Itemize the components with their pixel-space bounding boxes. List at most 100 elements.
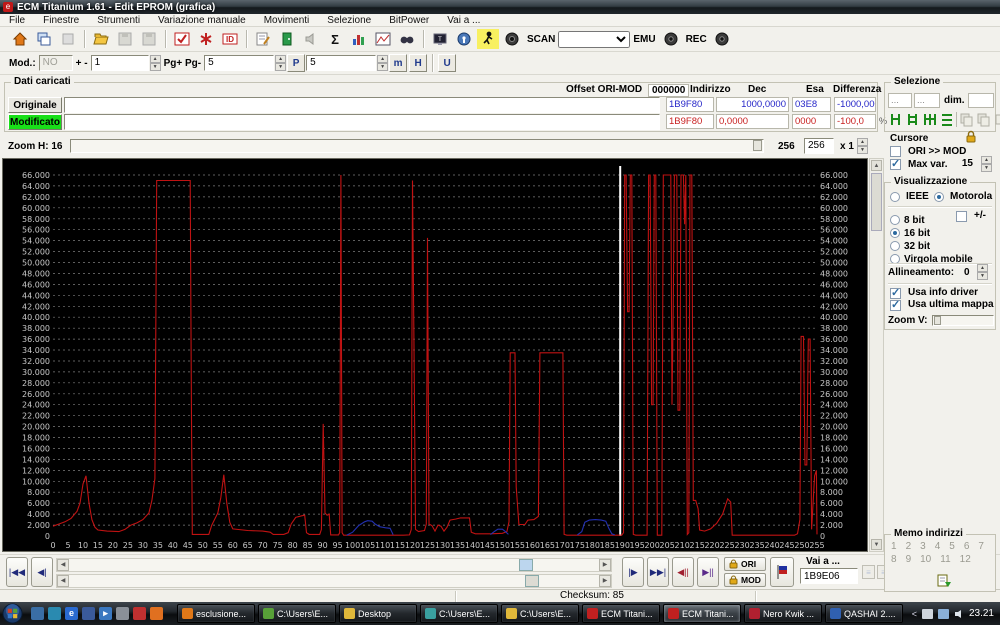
vertical-scroll-thumb[interactable] — [871, 173, 882, 231]
selezione-field-1[interactable]: ... — [888, 93, 912, 108]
search-binoculars-button[interactable] — [396, 29, 418, 49]
scroll-thumb-ori[interactable] — [519, 559, 533, 571]
max-var-checkbox[interactable] — [890, 157, 901, 170]
pause-fwd-button[interactable]: ▶|| — [697, 557, 719, 587]
memo-slot-2[interactable]: 2 — [906, 541, 912, 552]
pg-field[interactable]: 5 — [204, 55, 275, 71]
menu-item-variazione-manuale[interactable]: Variazione manuale — [149, 15, 255, 26]
memo-slot-3[interactable]: 3 — [920, 541, 926, 552]
network-tray-icon[interactable] — [937, 608, 949, 619]
menu-item-strumenti[interactable]: Strumenti — [88, 15, 149, 26]
volume-tray-icon[interactable] — [954, 609, 964, 619]
stats-button[interactable] — [348, 29, 370, 49]
memo-save-icon[interactable] — [937, 573, 952, 588]
step-back-button[interactable]: ◀|| — [672, 557, 694, 587]
media-player-icon[interactable]: ▸ — [99, 607, 112, 620]
usa-ultima-mappa-checkbox[interactable] — [890, 298, 901, 311]
memo-slot-8[interactable]: 8 — [891, 554, 897, 565]
flag-button[interactable] — [770, 557, 794, 587]
p-field[interactable]: 5 — [306, 55, 377, 71]
id-button[interactable]: ID — [219, 29, 241, 49]
zoomh-slider[interactable] — [70, 139, 764, 153]
max-var-value[interactable]: 15 — [952, 157, 976, 173]
go-first-button[interactable]: |◀◀ — [6, 557, 28, 587]
title-bar[interactable]: e ECM Titanium 1.61 - Edit EPROM (grafic… — [0, 0, 1000, 14]
u-button[interactable]: U — [438, 54, 457, 72]
explorer-icon[interactable] — [116, 607, 129, 620]
modificato-button[interactable]: Modificato — [8, 114, 62, 130]
scrollbar-mod[interactable]: ◀ ▶ — [56, 574, 612, 588]
scrollbar-ori[interactable]: ◀ ▶ — [56, 558, 612, 572]
lock-sphere-button[interactable] — [453, 29, 475, 49]
originale-field[interactable] — [64, 97, 660, 113]
memo-slot-12[interactable]: 12 — [960, 554, 971, 565]
vai-a-field[interactable]: 1B9E06 — [800, 568, 858, 584]
chart-canvas[interactable]: 0 02.000 2.0004.000 4.0006.000 6.0008.000 8.0… — [3, 159, 867, 551]
memo-slot-1[interactable]: 1 — [891, 541, 897, 552]
cascade-windows-button[interactable] — [33, 29, 55, 49]
originale-button[interactable]: Originale — [8, 97, 62, 113]
menu-item-selezione[interactable]: Selezione — [318, 15, 380, 26]
media-center-icon[interactable] — [48, 607, 61, 620]
taskbar-button-4[interactable]: C:\Users\E... — [501, 604, 579, 623]
taskbar-button-0[interactable]: esclusione... — [177, 604, 255, 623]
zoomh-slider-thumb[interactable] — [753, 140, 762, 151]
emu-record-button[interactable] — [660, 29, 682, 49]
m-button[interactable]: m — [389, 54, 408, 72]
pg-spinner[interactable]: ▲ ▼ — [275, 55, 287, 71]
dim-field[interactable] — [968, 93, 994, 108]
tray-chevron[interactable]: < — [912, 609, 917, 619]
allineamento-spinner[interactable]: ▲ ▼ — [977, 264, 988, 280]
taskbar-button-8[interactable]: QASHAI 2.... — [825, 604, 903, 623]
driver-check-button[interactable] — [171, 29, 193, 49]
taskbar-button-2[interactable]: Desktop — [339, 604, 417, 623]
select-block-icon[interactable] — [922, 112, 937, 127]
taskbar-button-6[interactable]: ECM Titani... — [663, 604, 741, 623]
taskbar-button-1[interactable]: C:\Users\E... — [258, 604, 336, 623]
h-button[interactable]: H — [409, 54, 428, 72]
rec-record-button[interactable] — [711, 29, 733, 49]
scroll-thumb-mod[interactable] — [525, 575, 539, 587]
ori-mod-checkbox[interactable] — [890, 146, 901, 157]
step-fwd-button[interactable]: |▶ — [622, 557, 644, 587]
menu-item-file[interactable]: File — [0, 15, 34, 26]
taskbar-button-5[interactable]: ECM Titani... — [582, 604, 660, 623]
graph-view-button[interactable] — [372, 29, 394, 49]
home-button[interactable] — [9, 29, 31, 49]
taskbar-button-7[interactable]: Nero Kwik ... — [744, 604, 822, 623]
eprom-graph[interactable]: 0 0 2.000 2.000 4.000 4.000 6.000 6.000 8.000 8.0… — [2, 158, 868, 552]
zoomh-size2[interactable]: 256 — [804, 138, 834, 154]
mod-lock-button[interactable]: MOD — [724, 573, 766, 587]
modificato-field[interactable] — [64, 114, 660, 130]
monitor-button[interactable]: T — [429, 29, 451, 49]
memo-slot-10[interactable]: 10 — [920, 554, 931, 565]
start-button[interactable] — [2, 603, 23, 624]
step-spinner[interactable]: ▲ ▼ — [149, 55, 161, 71]
window-switcher-icon[interactable] — [82, 607, 95, 620]
fast-fwd-button[interactable]: ▶▶| — [647, 557, 669, 587]
max-var-spinner[interactable]: ▲ ▼ — [981, 156, 992, 172]
firefox-icon[interactable] — [150, 607, 163, 620]
taskbar-button-3[interactable]: C:\Users\E... — [420, 604, 498, 623]
ori-lock-button[interactable]: ORI — [724, 557, 766, 571]
p-button[interactable]: P — [287, 54, 306, 72]
record-dot-button[interactable] — [501, 29, 523, 49]
notes-icon[interactable] — [133, 607, 146, 620]
open-file-button[interactable] — [90, 29, 112, 49]
scroll-left-arrow[interactable]: ◀ — [57, 575, 69, 587]
select-column-icon[interactable] — [888, 112, 903, 127]
memo-slot-7[interactable]: 7 — [978, 541, 984, 552]
edit-notes-button[interactable] — [252, 29, 274, 49]
menu-item-finestre[interactable]: Finestre — [34, 15, 88, 26]
select-row-icon[interactable] — [905, 112, 920, 127]
memo-slot-11[interactable]: 11 — [940, 554, 950, 565]
runner-button[interactable] — [477, 29, 499, 49]
scan-dropdown[interactable] — [558, 30, 631, 48]
menu-item-bitpower[interactable]: BitPower — [380, 15, 438, 26]
vertical-scrollbar[interactable]: ▲ ▼ — [869, 158, 884, 552]
zoomh-mult-spinner[interactable]: ▲ ▼ — [857, 138, 868, 154]
memo-slot-4[interactable]: 4 — [935, 541, 941, 552]
scroll-right-arrow[interactable]: ▶ — [599, 559, 611, 571]
internet-explorer-icon[interactable]: e — [65, 607, 78, 620]
scroll-down-arrow[interactable]: ▼ — [871, 539, 882, 550]
